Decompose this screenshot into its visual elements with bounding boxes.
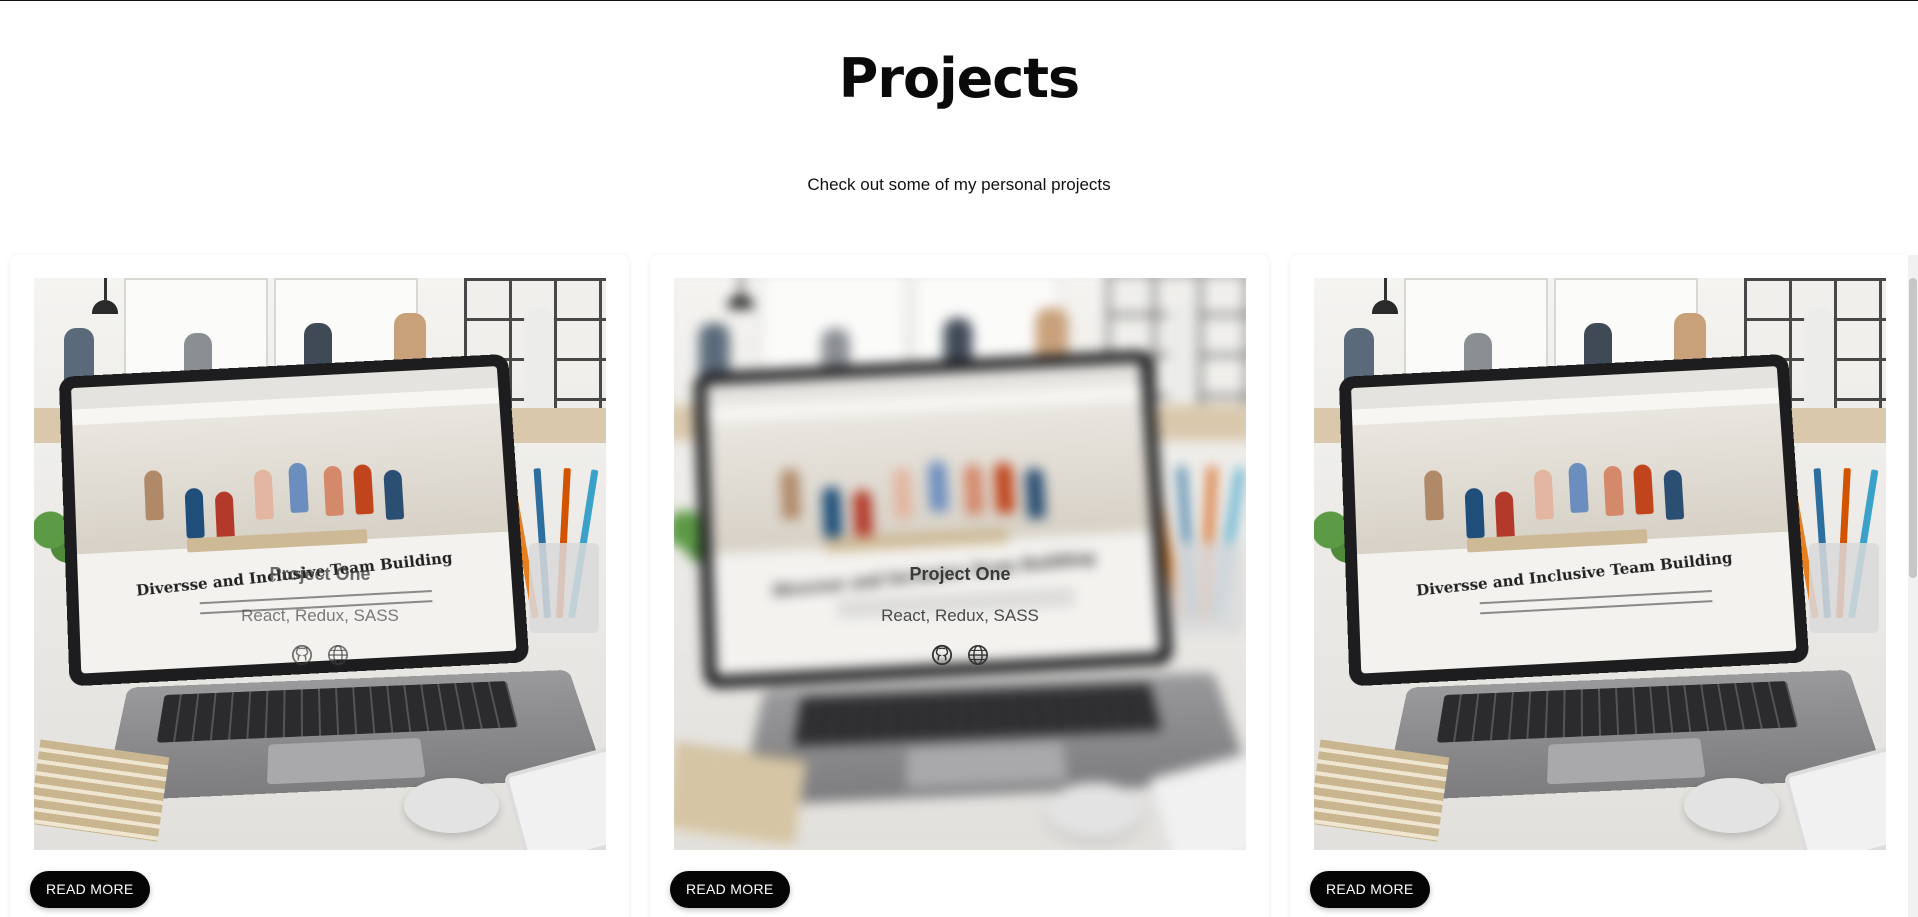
project-title: Project One bbox=[909, 564, 1011, 584]
globe-icon[interactable] bbox=[327, 644, 349, 666]
project-title: Project One bbox=[269, 564, 371, 584]
globe-icon[interactable] bbox=[967, 644, 989, 666]
projects-grid: Diversse and Inclusive Team Building Pro… bbox=[10, 255, 1909, 917]
read-more-button[interactable]: READ MORE bbox=[670, 871, 790, 908]
github-icon[interactable] bbox=[291, 644, 313, 666]
project-links bbox=[674, 644, 1246, 666]
top-divider bbox=[0, 0, 1918, 1]
read-more-button[interactable]: READ MORE bbox=[30, 871, 150, 908]
scrollbar-thumb[interactable] bbox=[1909, 278, 1917, 578]
project-card[interactable]: Diversse and Inclusive Team Building Pro… bbox=[10, 255, 629, 917]
read-more-button[interactable]: READ MORE bbox=[1310, 871, 1430, 908]
project-tech-stack: React, Redux, SASS bbox=[881, 606, 1039, 625]
project-tech-stack: React, Redux, SASS bbox=[241, 606, 399, 625]
project-links bbox=[34, 644, 606, 666]
project-card[interactable]: Diversse and Inclusive Team Building Pro… bbox=[650, 255, 1269, 917]
page-subtitle: Check out some of my personal projects bbox=[807, 175, 1111, 194]
project-image[interactable]: Diversse and Inclusive Team Building Pro… bbox=[34, 278, 606, 850]
project-image[interactable]: Diversse and Inclusive Team Building Pro… bbox=[674, 278, 1246, 850]
laptop-office-illustration: Diversse and Inclusive Team Building bbox=[1314, 278, 1886, 850]
page-title: Projects bbox=[838, 47, 1080, 110]
project-card[interactable]: Diversse and Inclusive Team Building REA… bbox=[1290, 255, 1909, 917]
project-image[interactable]: Diversse and Inclusive Team Building bbox=[1314, 278, 1886, 850]
github-icon[interactable] bbox=[931, 644, 953, 666]
projects-page: Projects Check out some of my personal p… bbox=[0, 0, 1918, 917]
